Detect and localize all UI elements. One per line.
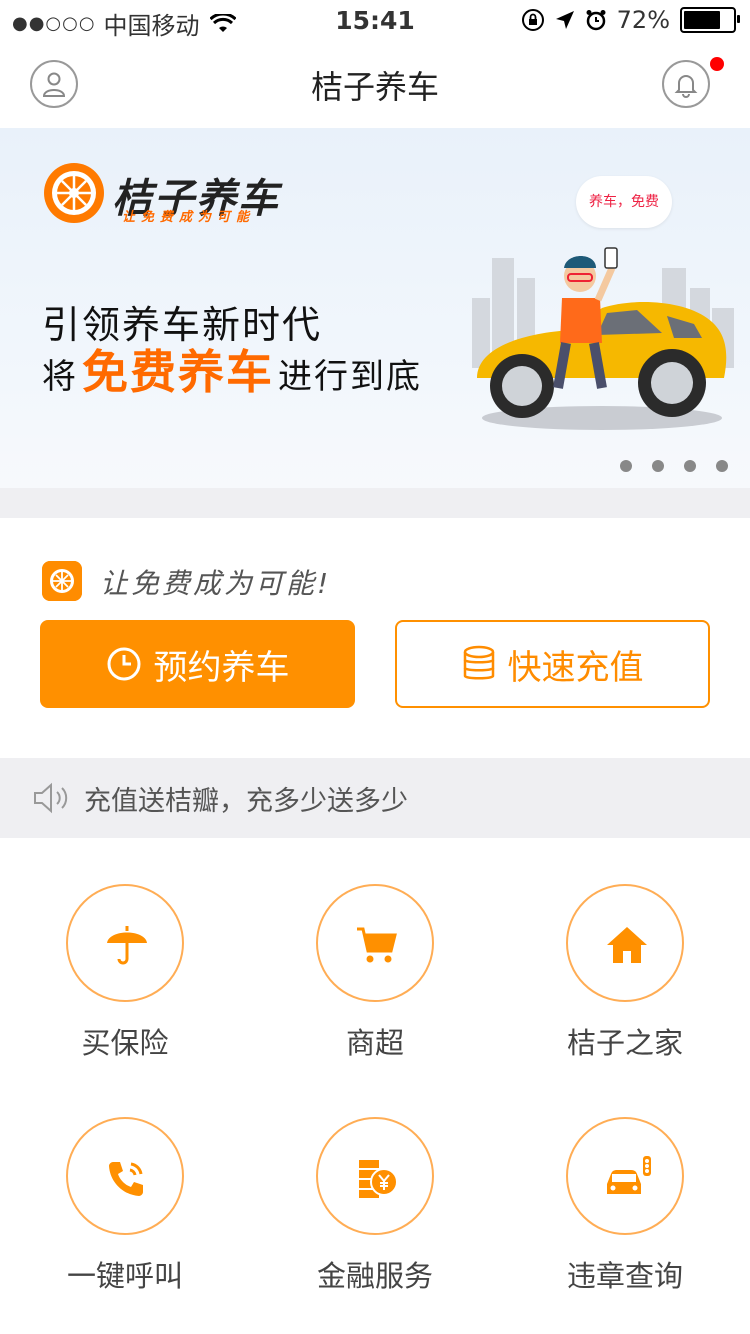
service-icon-circle (566, 884, 684, 1002)
orange-logo-icon (42, 561, 82, 601)
service-label: 买保险 (81, 1026, 169, 1060)
section-divider (0, 488, 750, 518)
service-label: 桔子之家 (566, 1026, 683, 1060)
status-right: 72% (521, 6, 740, 34)
pager-dot[interactable] (684, 460, 696, 472)
battery-percent: 72% (616, 6, 670, 34)
finance-icon (359, 1160, 398, 1198)
logo-icon (44, 163, 104, 223)
notice-text: 充值送桔瓣，充多少送多少 (84, 785, 408, 817)
quick-recharge-label: 快速充值 (507, 647, 644, 688)
logo-slogan: 让免费成为可能 (122, 210, 256, 225)
service-call[interactable]: 一键呼叫 (0, 1117, 250, 1327)
service-home[interactable]: 桔子之家 (500, 884, 750, 1094)
notifications-button[interactable] (662, 60, 710, 108)
book-service-label: 预约养车 (153, 647, 290, 688)
speech-bubble: 养车，免费 (576, 176, 672, 228)
page-title: 桔子养车 (310, 68, 439, 106)
promo-banner[interactable]: 桔子养车 让免费成为可能 引领养车新时代 将 免费养车 进行到底 养车，免费 (0, 128, 750, 488)
service-label: 违章查询 (566, 1259, 683, 1293)
car-illustration (472, 247, 734, 430)
service-violation[interactable]: 违章查询 (500, 1117, 750, 1327)
battery-icon (680, 7, 740, 33)
service-icon-circle (566, 1117, 684, 1235)
notice-bar[interactable]: 充值送桔瓣，充多少送多少 (0, 758, 750, 838)
speaker-icon (34, 782, 68, 814)
umbrella-icon (107, 926, 147, 965)
service-icon-circle (316, 1117, 434, 1235)
bell-icon (674, 75, 698, 98)
service-label: 一键呼叫 (66, 1259, 183, 1293)
cart-icon (357, 927, 397, 963)
phone-icon (109, 1162, 143, 1196)
service-market[interactable]: 商超 (250, 884, 500, 1094)
banner-prefix: 将 (42, 357, 78, 397)
location-arrow-icon (555, 11, 574, 29)
notification-badge (710, 57, 724, 71)
home-icon (607, 927, 647, 963)
coins-icon (463, 645, 494, 680)
nav-bar: 桔子养车 (0, 40, 750, 128)
pager-dot[interactable] (652, 460, 664, 472)
service-icon-circle (316, 884, 434, 1002)
status-bar: ●●○○○ 中国移动 15:41 72% (0, 0, 750, 40)
alarm-icon (586, 10, 606, 31)
service-icon-circle (66, 1117, 184, 1235)
rotation-lock-icon (521, 9, 544, 31)
slogan-text: 让免费成为可能! (100, 567, 332, 600)
service-finance[interactable]: 金融服务 (250, 1117, 500, 1327)
service-icon-circle (66, 884, 184, 1002)
banner-highlight: 免费养车 (82, 345, 274, 399)
book-service-button[interactable]: 预约养车 (40, 620, 355, 708)
service-insurance[interactable]: 买保险 (0, 884, 250, 1094)
pager-dot[interactable] (716, 460, 728, 472)
service-label: 金融服务 (316, 1259, 433, 1293)
pager-dot[interactable] (620, 460, 632, 472)
banner-suffix: 进行到底 (278, 357, 422, 397)
car-violation-icon (607, 1156, 651, 1194)
banner-pager[interactable] (620, 460, 728, 472)
quick-recharge-button[interactable]: 快速充值 (395, 620, 710, 708)
banner-subheadline: 将 免费养车 进行到底 (42, 336, 422, 402)
clock-icon (107, 647, 140, 681)
service-label: 商超 (345, 1026, 404, 1060)
